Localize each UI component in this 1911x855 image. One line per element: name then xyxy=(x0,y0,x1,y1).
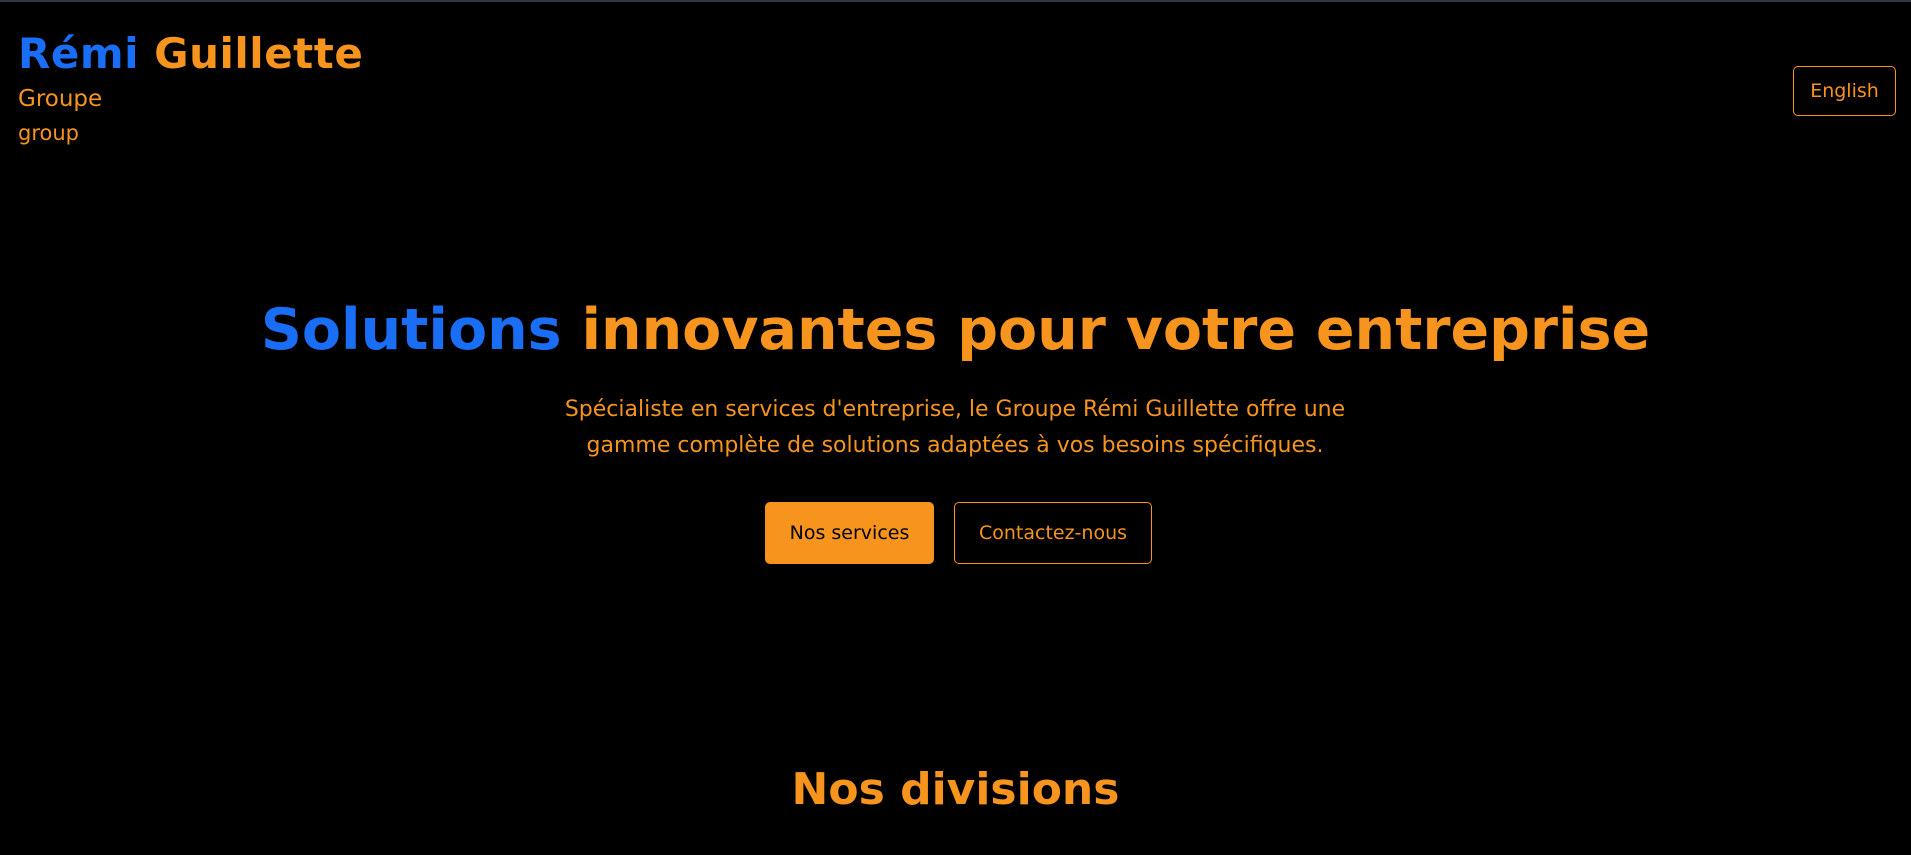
divisions-title: Nos divisions xyxy=(791,764,1120,815)
brand-last-name: Guillette xyxy=(154,29,364,78)
hero-actions: Nos services Contactez-nous xyxy=(765,502,1152,564)
hero-title-highlight: Solutions xyxy=(260,297,562,363)
brand-first-name: Rémi xyxy=(18,29,139,78)
brand-subtitle-group: group xyxy=(18,121,79,145)
hero-title-rest: innovantes pour votre entreprise xyxy=(581,297,1651,363)
brand-logo-link[interactable]: Rémi Guillette Groupe group xyxy=(18,26,363,148)
brand-title: Rémi Guillette xyxy=(18,26,363,82)
our-services-button[interactable]: Nos services xyxy=(765,502,934,564)
hero-description: Spécialiste en services d'entreprise, le… xyxy=(564,397,1346,458)
language-toggle-button[interactable]: English xyxy=(1793,66,1896,116)
contact-us-button[interactable]: Contactez-nous xyxy=(954,502,1152,564)
brand-subtitle-groupe: Groupe xyxy=(18,86,103,112)
window-top-border xyxy=(0,0,1911,2)
hero-title: Solutions innovantes pour votre entrepri… xyxy=(0,292,1911,368)
